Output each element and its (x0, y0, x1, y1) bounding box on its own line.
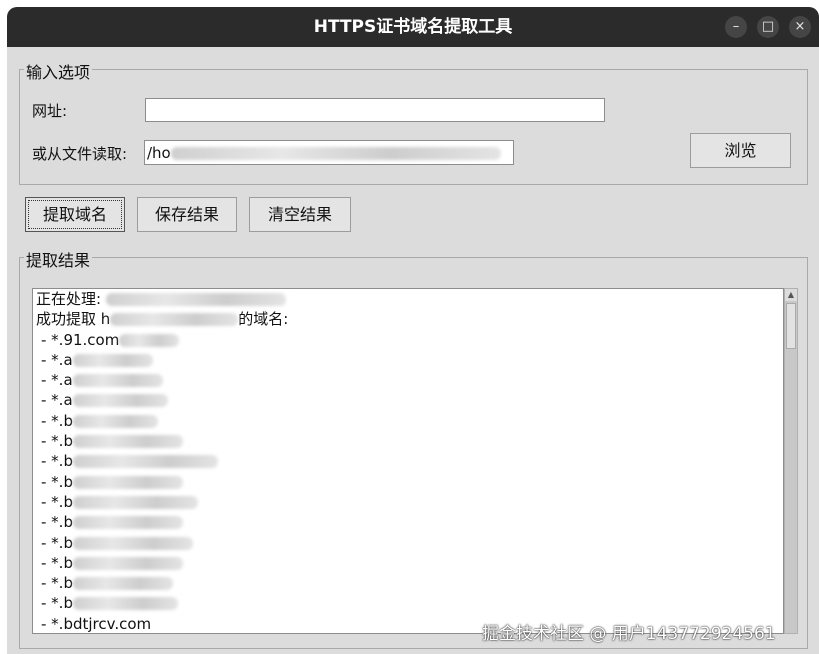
blurred-domain (72, 475, 183, 489)
minimize-icon[interactable]: – (725, 16, 747, 38)
domain-text: - *.b (41, 411, 73, 430)
blurred-domain (72, 353, 153, 367)
domain-text: - *.a (41, 350, 73, 369)
domain-text: - *.b (41, 553, 73, 572)
blurred-path (170, 147, 501, 160)
blurred-domain (72, 495, 198, 509)
url-label: 网址: (32, 102, 68, 120)
blurred-domain (72, 577, 173, 591)
results-textarea[interactable]: 正在处理: 成功提取 h 的域名: - *.91.com - *.a - *.a - *… (32, 288, 784, 634)
domain-text: - *.b (41, 533, 73, 552)
domain-text: - *.bdtjrcv.com (41, 614, 152, 633)
close-icon[interactable]: × (789, 16, 811, 38)
browse-button[interactable]: 浏览 (690, 133, 791, 168)
domain-text: - *.b (41, 432, 73, 451)
domain-item: - *.b (33, 533, 783, 553)
file-label: 或从文件读取: (32, 145, 128, 163)
maximize-icon[interactable]: □ (757, 16, 779, 38)
domain-text: - *.a (41, 391, 73, 410)
app-window: HTTPS证书域名提取工具 – □ × 输入选项 网址: 或从文件读取: /ho… (7, 7, 819, 654)
domain-item: - *.b (33, 411, 783, 431)
domain-item: - *.b (33, 472, 783, 492)
domain-text: - *.b (41, 452, 73, 471)
domain-item: - *.a (33, 390, 783, 410)
domain-text: - *.b (41, 472, 73, 491)
save-results-button[interactable]: 保存结果 (137, 197, 237, 232)
results-scrollbar[interactable]: ▲ (784, 288, 798, 634)
window-title: HTTPS证书域名提取工具 (313, 17, 513, 37)
domain-item: - *.b (33, 492, 783, 512)
title-bar: HTTPS证书域名提取工具 – □ × (7, 7, 819, 47)
file-path-text: /ho (147, 144, 171, 162)
domain-list: - *.91.com - *.a - *.a - *.a - *.b - *.b - *.b… (33, 330, 783, 633)
blurred-domain (72, 556, 183, 570)
clear-results-button[interactable]: 清空结果 (249, 197, 351, 232)
extract-domains-button[interactable]: 提取域名 (25, 197, 125, 232)
domain-item: - *.b (33, 431, 783, 451)
domain-item: - *.91.com (33, 330, 783, 350)
blurred-domain (72, 455, 218, 469)
url-input[interactable] (145, 98, 605, 122)
success-line: 成功提取 h 的域名: (36, 310, 289, 329)
blurred-url (105, 293, 286, 306)
domain-item: - *.b (33, 573, 783, 593)
blurred-domain (72, 414, 158, 428)
domain-text: - *.91.com (41, 330, 120, 349)
domain-item: - *.a (33, 350, 783, 370)
processing-line: 正在处理: (33, 289, 783, 309)
domain-item: - *.b (33, 553, 783, 573)
domain-item: - *.b (33, 593, 783, 613)
domain-item: - *.b (33, 512, 783, 532)
domain-item: - *.b (33, 451, 783, 471)
domain-item: - *.a (33, 370, 783, 390)
blurred-domain (72, 374, 163, 388)
scroll-up-icon[interactable]: ▲ (785, 289, 797, 301)
blurred-domain (72, 536, 193, 550)
domain-text: - *.a (41, 371, 73, 390)
domain-text: - *.b (41, 513, 73, 532)
blurred-domain (119, 333, 180, 347)
blurred-domain (72, 516, 183, 530)
domain-text: - *.b (41, 574, 73, 593)
watermark: 掘金技术社区 @ 用户143772924561 (482, 624, 776, 644)
scroll-thumb[interactable] (786, 303, 796, 349)
domain-text: - *.b (41, 492, 73, 511)
blurred-url (110, 313, 239, 327)
file-path-field[interactable]: /ho (144, 140, 514, 165)
blurred-domain (72, 435, 183, 449)
blurred-domain (72, 597, 178, 611)
input-options-legend: 输入选项 (24, 59, 93, 83)
results-legend: 提取结果 (24, 247, 93, 271)
blurred-domain (72, 394, 168, 408)
domain-text: - *.b (41, 594, 73, 613)
